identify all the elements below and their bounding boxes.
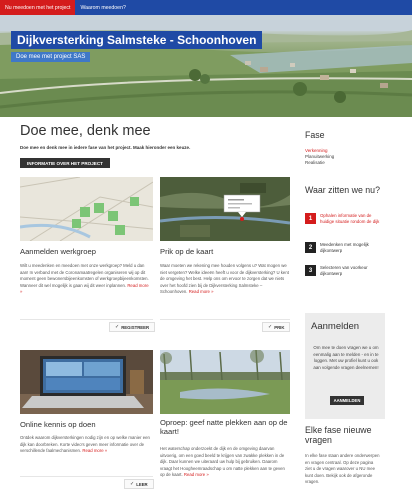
read-more-link[interactable]: Read more » — [189, 289, 214, 294]
card-divider — [20, 319, 153, 320]
aanmelden-button[interactable]: AANMELDEN — [330, 396, 364, 405]
card-text-oproep-natte-plekken: Het waterschap onderzoekt de dijk en de … — [160, 446, 285, 478]
step-3: 3 Selecteren van voorkeur dijkontwerp — [305, 265, 384, 277]
tab-nu-meedoen[interactable]: Nu meedoen met het project — [0, 0, 76, 15]
read-more-link[interactable]: Read more » — [82, 448, 107, 453]
natte-plekken-image — [160, 350, 290, 414]
waar-zitten-we-heading: Waar zitten we nu? — [305, 185, 380, 195]
phase-list: Verkenning Planuitwerking Realisatie — [305, 148, 334, 166]
card-text-aanmelden-werkgroep: Wilt u meedenken en meedoen met onze wer… — [20, 263, 149, 295]
project-info-button[interactable]: INFORMATIE OVER HET PROJECT — [20, 158, 110, 168]
intro-text: Doe mee en denk mee in iedere fase van h… — [20, 145, 191, 150]
fase-vragen-text: In elke fase staan andere onderwerpen en… — [305, 453, 380, 485]
check-icon: ✓ — [268, 324, 273, 330]
fase-heading: Fase — [305, 130, 325, 140]
hero-subtitle: Doe mee met project SAS — [11, 52, 91, 62]
step-number: 1 — [305, 213, 316, 224]
card-title-aanmelden-werkgroep: Aanmelden werkgroep — [20, 247, 96, 256]
prik-kaart-image — [160, 177, 290, 241]
card-title-prik-op-de-kaart: Prik op de kaart — [160, 247, 214, 256]
fase-vragen-heading: Elke fase nieuwe vragen — [305, 425, 372, 445]
prik-button[interactable]: ✓ PRIK — [262, 322, 291, 332]
card-divider — [20, 476, 153, 477]
werkgroep-map-image — [20, 177, 153, 241]
top-navigation: Nu meedoen met het project Waarom meedoe… — [0, 0, 412, 15]
step-number: 2 — [305, 242, 316, 253]
card-text-online-kennis: Ontdek waarom dijkversterkingen nodig zi… — [20, 435, 150, 454]
read-more-link[interactable]: Read more » — [184, 472, 209, 477]
check-icon: ✓ — [130, 481, 135, 487]
check-icon: ✓ — [115, 324, 120, 330]
step-1: 1 Ophalen informatie van de huidige situ… — [305, 213, 384, 225]
card-title-oproep-natte-plekken: Oproep: geef natte plekken aan op de kaa… — [160, 418, 288, 436]
online-kennis-image — [20, 350, 153, 414]
aanmelden-box: Aanmelden Om mee te doen vragen we u om … — [305, 313, 385, 419]
step-2: 2 Meedenken met mogelijk dijkontwerp — [305, 242, 384, 254]
phase-realisatie: Realisatie — [305, 160, 325, 165]
hero-title: Dijkversterking Salmsteke - Schoonhoven — [11, 31, 263, 49]
card-divider — [160, 319, 290, 320]
page-title: Doe mee, denk mee — [20, 123, 151, 139]
tab-waarom-meedoen[interactable]: Waarom meedoen? — [75, 0, 130, 15]
card-title-online-kennis: Online kennis op doen — [20, 420, 96, 429]
step-number: 3 — [305, 265, 316, 276]
card-text-prik-op-de-kaart: Waar moeten we rekening mee houden volge… — [160, 263, 289, 295]
registreer-button[interactable]: ✓ REGISTREER — [109, 322, 156, 332]
step-text: Meedenken met mogelijk dijkontwerp — [320, 242, 369, 253]
hero-banner: Dijkversterking Salmsteke - Schoonhoven … — [0, 15, 412, 117]
leer-button[interactable]: ✓ LEER — [124, 479, 154, 489]
aanmelden-text: Om mee te doen vragen we u om eenmalig a… — [313, 345, 379, 370]
step-text: Ophalen informatie van de huidige situat… — [320, 213, 380, 224]
aanmelden-heading: Aanmelden — [311, 321, 360, 332]
step-text: Selecteren van voorkeur dijkontwerp — [320, 265, 368, 276]
